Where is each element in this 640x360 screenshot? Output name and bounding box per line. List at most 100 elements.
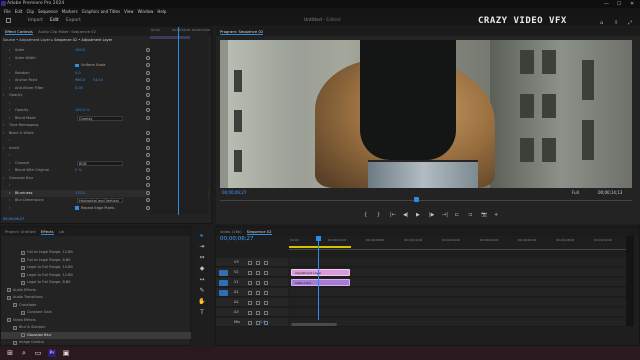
- track-lane-mix[interactable]: [289, 318, 634, 327]
- ec-keyframe-area[interactable]: 00:00 00:00:05:00 00:00:10:00: [150, 27, 210, 215]
- mix-value[interactable]: 0.0: [260, 318, 266, 327]
- task-view-icon[interactable]: ▭: [34, 349, 42, 357]
- tab-libraries[interactable]: Lib: [59, 229, 65, 234]
- eye-icon[interactable]: [264, 270, 268, 275]
- source-patch[interactable]: [219, 269, 228, 276]
- expand-triangle-icon[interactable]: ›: [9, 77, 10, 84]
- sync-icon[interactable]: [256, 300, 260, 305]
- add-button-icon[interactable]: +: [494, 212, 498, 218]
- sync-icon[interactable]: [256, 260, 260, 265]
- expand-triangle-icon[interactable]: ›: [9, 152, 10, 159]
- eye-icon[interactable]: [264, 260, 268, 265]
- effect-tree-item[interactable]: Gaussian Blur: [1, 331, 191, 339]
- ec-property-value[interactable]: 0.00: [75, 85, 83, 92]
- hand-tool-icon[interactable]: ✋: [198, 298, 206, 306]
- expand-triangle-icon[interactable]: ›: [9, 47, 10, 54]
- lock-icon[interactable]: [248, 290, 252, 295]
- track-lane-a1[interactable]: [289, 288, 634, 297]
- ec-property-value[interactable]: 100.0: [75, 47, 85, 54]
- timeline-playhead-line[interactable]: [318, 236, 319, 320]
- effect-tree-item[interactable]: Full to Legal Range, 12-Bit: [1, 249, 191, 256]
- maximize-button[interactable]: ☐: [617, 0, 621, 8]
- eye-icon[interactable]: [264, 300, 268, 305]
- effect-tree-item[interactable]: Audio Transitions: [1, 294, 191, 301]
- sync-icon[interactable]: [256, 280, 260, 285]
- ec-property-value[interactable]: 100.0 %: [75, 107, 89, 114]
- eye-icon[interactable]: [264, 310, 268, 315]
- track-header-a1[interactable]: A1: [216, 288, 288, 297]
- ec-property-value[interactable]: 0.0: [75, 70, 81, 77]
- slip-tool-icon[interactable]: ↔: [198, 276, 206, 284]
- tab-sequence-02[interactable]: Sequence 02: [246, 229, 272, 235]
- expand-triangle-icon[interactable]: ›: [9, 62, 10, 69]
- close-button[interactable]: ✕: [630, 0, 634, 8]
- video-clip[interactable]: video.mp4: [291, 279, 350, 286]
- lock-icon[interactable]: [248, 300, 252, 305]
- expand-triangle-icon[interactable]: ›: [9, 137, 10, 144]
- adjustment-layer-clip[interactable]: Adjustment Layer: [291, 269, 350, 276]
- menu-item-graphics-and-titles[interactable]: Graphics and Titles: [82, 9, 120, 14]
- checkbox[interactable]: [75, 63, 79, 67]
- search-icon[interactable]: ⌕: [20, 349, 28, 357]
- program-scrubber[interactable]: [220, 200, 632, 204]
- pen-tool-icon[interactable]: ✎: [198, 287, 206, 295]
- track-header-v3[interactable]: V3: [216, 258, 288, 267]
- ec-dropdown[interactable]: Overlay: [77, 115, 123, 121]
- expand-triangle-icon[interactable]: ›: [9, 55, 10, 62]
- ec-timecode[interactable]: 00;00;06;27: [3, 217, 24, 221]
- menu-item-view[interactable]: View: [124, 9, 134, 14]
- menu-item-window[interactable]: Window: [138, 9, 154, 14]
- step-back-icon[interactable]: ◀|: [403, 212, 409, 218]
- mark-out-icon[interactable]: }: [377, 212, 380, 218]
- play-icon[interactable]: ▶: [416, 212, 420, 218]
- go-to-in-icon[interactable]: |←: [390, 212, 396, 218]
- razor-tool-icon[interactable]: ◆: [198, 265, 206, 273]
- ec-playhead[interactable]: [178, 27, 179, 215]
- tab-import[interactable]: Import: [28, 15, 43, 26]
- export-frame-icon[interactable]: 📷: [481, 212, 487, 218]
- checkbox[interactable]: [75, 206, 79, 210]
- expand-triangle-icon[interactable]: ›: [9, 205, 10, 212]
- expand-triangle-icon[interactable]: ›: [3, 145, 4, 152]
- expand-triangle-icon[interactable]: ›: [9, 160, 10, 167]
- menu-item-edit[interactable]: Edit: [15, 9, 23, 14]
- ec-dropdown[interactable]: RGB: [77, 160, 123, 166]
- premiere-taskbar-icon[interactable]: Pr: [48, 349, 56, 357]
- sync-icon[interactable]: [256, 270, 260, 275]
- expand-triangle-icon[interactable]: ›: [3, 122, 4, 129]
- ec-property-value[interactable]: 170.0: [75, 190, 85, 197]
- menu-item-sequence[interactable]: Sequence: [38, 9, 58, 14]
- effect-tree-item[interactable]: Legal to Full Range, 8-Bit: [1, 279, 191, 286]
- menu-item-help[interactable]: Help: [157, 9, 166, 14]
- sync-icon[interactable]: [256, 310, 260, 315]
- track-header-mix[interactable]: Mix 0.0: [216, 318, 288, 327]
- lock-icon[interactable]: [248, 310, 252, 315]
- timeline-playhead[interactable]: [316, 236, 321, 241]
- fit-dropdown[interactable]: Full: [572, 190, 579, 195]
- expand-triangle-icon[interactable]: ›: [9, 70, 10, 77]
- expand-triangle-icon[interactable]: ›: [3, 130, 4, 137]
- effect-tree-item[interactable]: Image Control: [1, 339, 191, 346]
- go-to-out-icon[interactable]: →|: [442, 212, 448, 218]
- track-lane-a2[interactable]: [289, 298, 634, 307]
- program-playhead[interactable]: [414, 197, 419, 202]
- home-icon[interactable]: [6, 18, 11, 23]
- expand-triangle-icon[interactable]: ›: [9, 182, 10, 189]
- expand-triangle-icon[interactable]: ›: [9, 85, 10, 92]
- track-header-a3[interactable]: A3: [216, 308, 288, 317]
- sync-icon[interactable]: [256, 290, 260, 295]
- menu-item-clip[interactable]: Clip: [26, 9, 34, 14]
- expand-triangle-icon[interactable]: ›: [9, 167, 10, 174]
- effect-tree-item[interactable]: Legal to Full Range, 12-Bit: [1, 272, 191, 279]
- lock-icon[interactable]: [248, 320, 252, 325]
- menu-item-markers[interactable]: Markers: [62, 9, 78, 14]
- track-lane-a3[interactable]: [289, 308, 634, 317]
- work-area-bar[interactable]: [289, 246, 351, 248]
- overwrite-icon[interactable]: ⊐: [468, 212, 472, 218]
- timeline-timecode[interactable]: 00;00;06;27: [220, 236, 254, 242]
- tab-program[interactable]: Program: Sequence 02: [220, 29, 264, 35]
- type-tool-icon[interactable]: T: [198, 309, 206, 317]
- eye-icon[interactable]: [264, 280, 268, 285]
- step-forward-icon[interactable]: |▶: [429, 212, 435, 218]
- tab-audio-clip-mixer[interactable]: Audio Clip Mixer: Sequence 02: [38, 29, 96, 34]
